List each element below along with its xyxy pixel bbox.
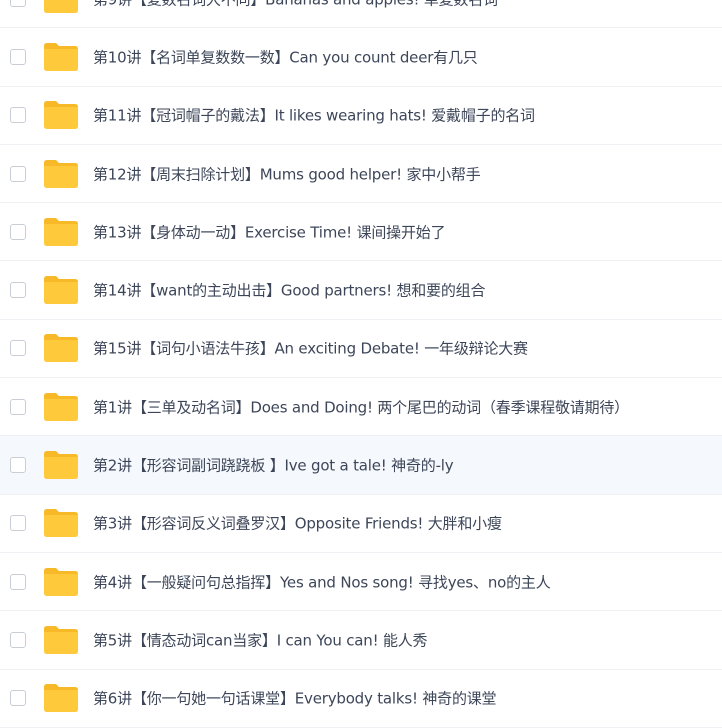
folder-icon (43, 450, 79, 480)
row-checkbox[interactable] (10, 223, 26, 240)
file-row[interactable]: 第4讲【一般疑问句总指挥】Yes and Nos song! 寻找yes、no的… (0, 553, 722, 612)
folder-icon (43, 392, 79, 422)
file-row[interactable]: 第2讲【形容词副词跷跷板 】Ive got a tale! 神奇的-ly (0, 436, 722, 495)
row-checkbox[interactable] (10, 48, 26, 65)
folder-name[interactable]: 第12讲【周末扫除计划】Mums good helper! 家中小帮手 (93, 163, 481, 184)
folder-name[interactable]: 第14讲【want的主动出击】Good partners! 想和要的组合 (93, 280, 485, 301)
folder-name[interactable]: 第5讲【情态动词can当家】I can You can! 能人秀 (93, 629, 428, 650)
file-row[interactable]: 第9讲【复数名词大不同】Bananas and apples! 单复数名词 (0, 0, 722, 29)
file-row[interactable]: 第14讲【want的主动出击】Good partners! 想和要的组合 (0, 261, 722, 320)
file-row[interactable]: 第13讲【身体动一动】Exercise Time! 课间操开始了 (0, 203, 722, 262)
folder-icon (43, 508, 79, 538)
folder-name[interactable]: 第13讲【身体动一动】Exercise Time! 课间操开始了 (93, 221, 446, 242)
folder-name[interactable]: 第10讲【名词单复数数一数】Can you count deer有几只 (93, 46, 478, 67)
file-list: 第9讲【复数名词大不同】Bananas and apples! 单复数名词 第1… (0, 0, 722, 728)
row-checkbox[interactable] (10, 515, 26, 532)
file-row[interactable]: 第1讲【三单及动名词】Does and Doing! 两个尾巴的动词（春季课程敬… (0, 378, 722, 437)
folder-icon (43, 217, 79, 247)
file-row[interactable]: 第6讲【你一句她一句话课堂】Everybody talks! 神奇的课堂 (0, 670, 722, 728)
row-checkbox[interactable] (10, 0, 26, 7)
row-checkbox[interactable] (10, 165, 26, 182)
folder-name[interactable]: 第1讲【三单及动名词】Does and Doing! 两个尾巴的动词（春季课程敬… (93, 396, 629, 417)
folder-name[interactable]: 第15讲【词句小语法牛孩】An exciting Debate! 一年级辩论大赛 (93, 338, 528, 359)
folder-icon (43, 625, 79, 655)
file-row[interactable]: 第10讲【名词单复数数一数】Can you count deer有几只 (0, 28, 722, 87)
folder-name[interactable]: 第4讲【一般疑问句总指挥】Yes and Nos song! 寻找yes、no的… (93, 571, 551, 592)
folder-name[interactable]: 第6讲【你一句她一句话课堂】Everybody talks! 神奇的课堂 (93, 688, 497, 709)
file-row[interactable]: 第15讲【词句小语法牛孩】An exciting Debate! 一年级辩论大赛 (0, 320, 722, 379)
file-row[interactable]: 第12讲【周末扫除计划】Mums good helper! 家中小帮手 (0, 145, 722, 204)
folder-name[interactable]: 第3讲【形容词反义词叠罗汉】Opposite Friends! 大胖和小瘦 (93, 513, 502, 534)
folder-icon (43, 683, 79, 713)
row-checkbox[interactable] (10, 573, 26, 590)
file-row[interactable]: 第11讲【冠词帽子的戴法】It likes wearing hats! 爱戴帽子… (0, 87, 722, 145)
file-row[interactable]: 第5讲【情态动词can当家】I can You can! 能人秀 (0, 611, 722, 670)
row-checkbox[interactable] (10, 457, 26, 474)
folder-icon (43, 159, 79, 189)
folder-icon (43, 333, 79, 363)
folder-name[interactable]: 第2讲【形容词副词跷跷板 】Ive got a tale! 神奇的-ly (93, 455, 454, 476)
folder-name[interactable]: 第9讲【复数名词大不同】Bananas and apples! 单复数名词 (93, 0, 498, 9)
folder-icon (43, 567, 79, 597)
row-checkbox[interactable] (10, 282, 26, 299)
row-checkbox[interactable] (10, 690, 26, 707)
file-row[interactable]: 第3讲【形容词反义词叠罗汉】Opposite Friends! 大胖和小瘦 (0, 495, 722, 553)
row-checkbox[interactable] (10, 107, 26, 124)
folder-icon (43, 0, 79, 14)
folder-icon (43, 42, 79, 72)
row-checkbox[interactable] (10, 631, 26, 648)
row-checkbox[interactable] (10, 340, 26, 357)
folder-icon (43, 100, 79, 130)
folder-icon (43, 275, 79, 305)
row-checkbox[interactable] (10, 398, 26, 415)
folder-name[interactable]: 第11讲【冠词帽子的戴法】It likes wearing hats! 爱戴帽子… (93, 105, 535, 126)
